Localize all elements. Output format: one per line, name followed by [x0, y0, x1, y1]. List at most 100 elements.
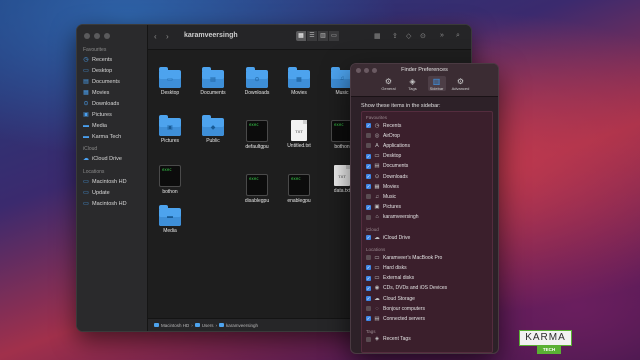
checkbox[interactable]: ✓ — [366, 306, 371, 312]
checkbox[interactable]: ✓ — [366, 235, 371, 240]
terminal-exec-icon: exec — [246, 174, 268, 196]
search-icon[interactable]: ⌕ — [456, 32, 460, 40]
tab-label: Sidebar — [429, 86, 444, 91]
sidebar-option-row[interactable]: ✓♫Music — [366, 192, 396, 201]
checkbox[interactable]: ✓ — [366, 265, 371, 271]
sidebar-item-locations-2[interactable]: ▭ Macintosh HD — [83, 199, 143, 209]
file-item[interactable]: exec enablegpu — [277, 174, 321, 204]
sidebar-option-label: Downloads — [383, 173, 408, 180]
close-button[interactable] — [84, 33, 90, 39]
sidebar-item-favourites-3[interactable]: ▦ Movies — [83, 88, 143, 98]
sidebar-option-row[interactable]: ✓ ▤ Documents — [366, 162, 408, 171]
sidebar-option-row[interactable]: ✓ ☁ iCloud Drive — [366, 233, 410, 242]
checkbox[interactable]: ✓ — [366, 296, 371, 301]
zoom-button[interactable] — [104, 33, 110, 39]
drive-icon: ▭ — [83, 178, 89, 185]
file-item[interactable]: exec disablegpu — [235, 174, 279, 204]
file-item[interactable]: TXT Untitled.txt — [277, 120, 321, 149]
sidebar-option-row[interactable]: ✓◎AirDrop — [366, 131, 400, 140]
sidebar-option-row[interactable]: ✓ ⌂ karamveersingh — [366, 213, 419, 222]
tab-sidebar[interactable]: ▥ Sidebar — [427, 76, 446, 91]
bonjour-icon: ◌ — [375, 305, 379, 312]
checkbox[interactable]: ✓ — [366, 285, 371, 291]
drive-icon: ▭ — [83, 200, 89, 207]
back-button[interactable]: ‹ — [154, 32, 157, 41]
sidebar-option-row[interactable]: ✓ ◌ Bonjour computers — [366, 304, 425, 313]
section-heading-favourites: Favourites — [366, 115, 388, 120]
sidebar-option-row[interactable]: ✓ ☁ Cloud Storage — [366, 294, 415, 303]
doc-badge: TXT — [295, 129, 303, 134]
sidebar-option-row[interactable]: ✓ ▭ Desktop — [366, 152, 401, 161]
sidebar-item-locations-0[interactable]: ▭ Macintosh HD — [83, 177, 143, 187]
checkbox[interactable]: ✓ — [366, 174, 371, 179]
checkbox[interactable]: ✓ — [366, 184, 371, 190]
list-view-icon[interactable]: ☰ — [307, 31, 317, 41]
forward-button[interactable]: › — [166, 32, 169, 41]
checkbox[interactable]: ✓ — [366, 123, 371, 128]
sidebar-item-icloud-0[interactable]: ☁ iCloud Drive — [83, 154, 143, 164]
checkbox[interactable]: ✓ — [366, 255, 371, 261]
checkbox[interactable]: ✓ — [366, 163, 371, 169]
sidebar-item-favourites-5[interactable]: ▣ Pictures — [83, 110, 143, 120]
tab-advanced[interactable]: ⚙ Advanced — [452, 76, 470, 91]
path-segment[interactable]: karamveersingh — [226, 323, 258, 328]
sidebar-item-favourites-2[interactable]: ▤ Documents — [83, 77, 143, 87]
column-view-icon[interactable]: ▥ — [318, 31, 328, 41]
tab-general[interactable]: ⚙ General — [380, 76, 398, 91]
tag-icon[interactable]: ◇ — [406, 32, 411, 40]
sidebar-item-favourites-1[interactable]: ▭ Desktop — [83, 66, 143, 76]
sidebar-option-row[interactable]: ✓ ▦ Movies — [366, 182, 399, 191]
sidebar-option-row[interactable]: ✓ ⊙ Downloads — [366, 172, 408, 181]
sidebar-item-favourites-6[interactable]: ▬ Media — [83, 121, 143, 131]
path-segment[interactable]: Macintosh HD — [161, 323, 189, 328]
file-item[interactable]: ▣ Pictures — [148, 115, 192, 144]
view-switcher[interactable]: ▦ ☰ ▥ ▭ — [296, 31, 340, 41]
karma-tech-logo: KARMA TECH — [519, 330, 572, 354]
file-item[interactable]: ▤ Documents — [191, 67, 235, 96]
sidebar-item-favourites-0[interactable]: ◷ Recents — [83, 55, 143, 65]
gallery-view-icon[interactable]: ▭ — [329, 31, 339, 41]
checkbox[interactable]: ✓ — [366, 214, 371, 220]
airdrop-icon: ◎ — [374, 132, 380, 139]
tab-tags[interactable]: ◈ Tags — [404, 76, 422, 91]
checkbox[interactable]: ✓ — [366, 153, 371, 159]
sidebar-items-list[interactable]: Favourites✓◷Recents✓◎AirDrop✓AApplicatio… — [361, 111, 493, 353]
share-icon[interactable]: ⇪ — [392, 32, 398, 40]
sidebar-item-favourites-4[interactable]: ⊙ Downloads — [83, 99, 143, 109]
sidebar-option-row[interactable]: ✓▭Karamveer's MacBook Pro — [366, 253, 442, 262]
sidebar-option-row[interactable]: ✓ ◷ Recents — [366, 121, 401, 130]
file-item[interactable]: ▦ Movies — [277, 67, 321, 96]
sidebar-item-label: Pictures — [92, 112, 112, 118]
sidebar-option-row[interactable]: ✓ A Applications — [366, 141, 410, 150]
sidebar-option-row[interactable]: ✓ ◉ CDs, DVDs and iOS Devices — [366, 284, 447, 293]
action-icon[interactable]: ⊙ — [420, 32, 426, 40]
public-icon: ◆ — [202, 115, 224, 136]
sidebar-option-row[interactable]: ✓ ▭ External disks — [366, 274, 414, 283]
sidebar-option-row[interactable]: ✓ ▭ Hard disks — [366, 263, 407, 272]
minimize-button[interactable] — [94, 33, 100, 39]
file-item[interactable]: ▭ Desktop — [148, 67, 192, 96]
group-icon[interactable]: ▦ — [374, 32, 381, 40]
sidebar-option-row[interactable]: ✓◈Recent Tags — [366, 335, 411, 344]
icon-view-icon[interactable]: ▦ — [296, 31, 306, 41]
file-item[interactable]: ⊙ Downloads — [235, 67, 279, 96]
file-item[interactable]: exec bothon — [148, 165, 192, 195]
expand-icon[interactable]: » — [440, 32, 444, 39]
sidebar-option-row[interactable]: ✓ ▣ Pictures — [366, 203, 401, 212]
checkbox[interactable]: ✓ — [366, 133, 371, 139]
checkbox[interactable]: ✓ — [366, 316, 371, 322]
checkbox[interactable]: ✓ — [366, 194, 371, 200]
checkbox[interactable]: ✓ — [366, 275, 371, 281]
file-item[interactable]: exec defaultgpu — [235, 120, 279, 150]
sidebar-item-locations-1[interactable]: ▭ Update — [83, 188, 143, 198]
checkbox[interactable]: ✓ — [366, 204, 371, 210]
path-segment[interactable]: Users — [202, 323, 214, 328]
sidebar-option-row[interactable]: ✓ ▤ Connected servers — [366, 314, 425, 323]
preferences-tabs: ⚙ General ◈ Tags ▥ Sidebar ⚙ Advanced — [351, 76, 498, 91]
file-item[interactable]: ◆ Public — [191, 115, 235, 144]
sidebar-item-favourites-7[interactable]: ▬ Karma Tech — [83, 132, 143, 142]
checkbox[interactable]: ✓ — [366, 143, 371, 149]
home-icon: ⌂ — [375, 214, 379, 221]
file-item[interactable]: ▬ Media — [148, 205, 192, 234]
checkbox[interactable]: ✓ — [366, 336, 371, 342]
